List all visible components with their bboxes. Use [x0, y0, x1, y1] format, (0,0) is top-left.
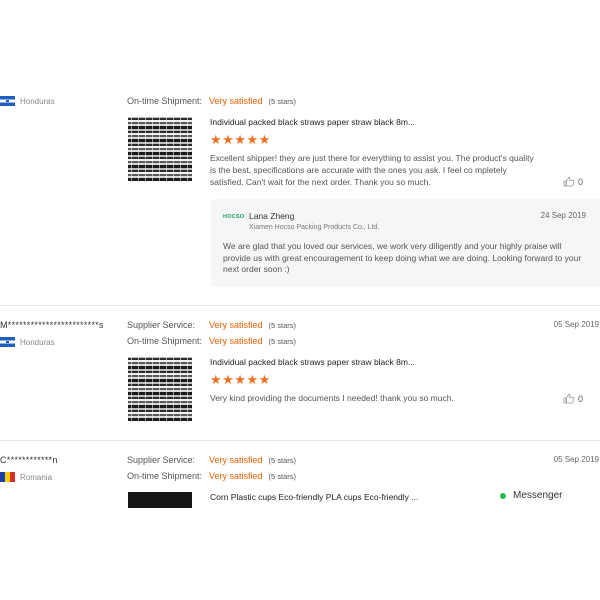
thumbs-up-icon: [563, 176, 575, 187]
rating-ontime-shipment: On-time Shipment: Very satisfied (5 star…: [127, 471, 296, 481]
rating-label: On-time Shipment:: [127, 96, 203, 106]
buyer-country: Honduras: [0, 337, 55, 347]
review-divider: [0, 440, 600, 441]
product-thumbnail[interactable]: [128, 117, 192, 181]
supplier-reply: HOCSO Lana Zheng Xiamen Hocso Packing Pr…: [211, 199, 600, 287]
rating-stars-text: (5 stars): [268, 456, 297, 465]
rating-stars-text: (5 stars): [268, 472, 297, 481]
honduras-flag-icon: [0, 337, 15, 347]
rating-stars-text: (5 stars): [268, 321, 297, 330]
rating-value: Very satisfied: [209, 455, 263, 465]
like-button[interactable]: 0: [563, 176, 583, 187]
rating-ontime-shipment: On-time Shipment: Very satisfied (5 star…: [127, 96, 296, 106]
buyer-name: C************n: [0, 455, 58, 465]
review-date: 05 Sep 2019: [553, 320, 599, 329]
product-title-link[interactable]: Corn Plastic cups Eco-friendly PLA cups …: [210, 492, 418, 502]
reply-date: 24 Sep 2019: [540, 211, 586, 220]
rating-supplier-service: Supplier Service: Very satisfied (5 star…: [127, 320, 296, 330]
country-name: Honduras: [20, 96, 55, 106]
product-title-link[interactable]: Individual packed black straws paper str…: [210, 117, 415, 127]
thumbs-up-icon: [563, 393, 575, 404]
rating-stars-text: (5 stars): [268, 337, 297, 346]
review-divider: [0, 305, 600, 306]
rating-value: Very satisfied: [209, 471, 263, 481]
review-text: Excellent shipper! they are just there f…: [210, 153, 534, 187]
romania-flag-icon: [0, 472, 15, 482]
rating-label: On-time Shipment:: [127, 336, 203, 346]
rating-value: Very satisfied: [209, 336, 263, 346]
product-thumbnail[interactable]: [128, 357, 192, 421]
honduras-flag-icon: [0, 96, 15, 106]
rating-label: Supplier Service:: [127, 320, 196, 330]
messenger-label: Messenger: [513, 490, 563, 501]
rating-value: Very satisfied: [209, 96, 263, 106]
country-name: Honduras: [20, 337, 55, 347]
messenger-button[interactable]: Messenger: [500, 490, 562, 501]
rating-value: Very satisfied: [209, 320, 263, 330]
reply-text: We are glad that you loved our services,…: [223, 241, 582, 274]
rating-label: On-time Shipment:: [127, 471, 203, 481]
online-status-dot: [500, 492, 506, 499]
like-count: 0: [578, 393, 584, 404]
reply-company: Xiamen Hocso Packing Products Co., Ltd.: [249, 224, 380, 231]
product-thumbnail[interactable]: [128, 492, 192, 508]
buyer-country: Honduras: [0, 96, 55, 106]
rating-label: Supplier Service:: [127, 455, 196, 465]
reply-author: Lana Zheng: [249, 211, 295, 221]
like-button[interactable]: 0: [563, 393, 583, 404]
supplier-logo: HOCSO: [223, 214, 245, 220]
review-date: 05 Sep 2019: [553, 455, 599, 464]
buyer-name: M************************s: [0, 320, 104, 330]
like-count: 0: [578, 176, 584, 187]
review-text: Very kind providing the documents I need…: [210, 393, 454, 403]
buyer-country: Romania: [0, 472, 52, 482]
rating-stars-text: (5 stars): [268, 97, 297, 106]
rating-supplier-service: Supplier Service: Very satisfied (5 star…: [127, 455, 296, 465]
country-name: Romania: [20, 472, 53, 482]
rating-ontime-shipment: On-time Shipment: Very satisfied (5 star…: [127, 336, 296, 346]
star-rating: ★★★★★: [210, 372, 271, 387]
star-rating: ★★★★★: [210, 132, 271, 147]
product-title-link[interactable]: Individual packed black straws paper str…: [210, 357, 415, 367]
